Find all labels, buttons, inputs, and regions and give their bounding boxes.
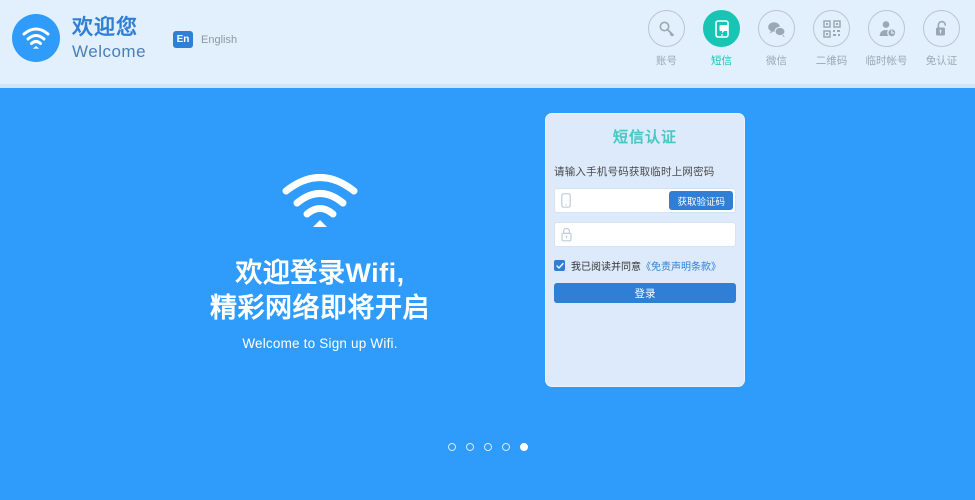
unlock-icon[interactable]	[923, 10, 960, 47]
carousel-dot[interactable]	[501, 443, 510, 451]
nav-label-qrcode: 二维码	[815, 55, 848, 67]
agreement-text: 我已阅读并同意	[571, 262, 641, 273]
language-label[interactable]: English	[201, 34, 237, 46]
language-switcher[interactable]: En English	[173, 31, 237, 48]
hero-subtitle: Welcome to Sign up Wifi.	[242, 336, 398, 352]
wechat-icon[interactable]	[758, 10, 795, 47]
hero-title-line2: 精彩网络即将开启	[210, 292, 430, 323]
login-portal-page: 欢迎您 Welcome En English 账号 短信 微信 二维码 临时帐号…	[0, 0, 975, 500]
page-header: 欢迎您 Welcome En English 账号 短信 微信 二维码 临时帐号…	[0, 0, 975, 84]
agreement-link[interactable]: 《免责声明条款》	[641, 258, 721, 273]
card-title: 短信认证	[612, 129, 677, 146]
mobile-phone-icon	[561, 193, 571, 208]
auth-method-nav: 账号 短信 微信 二维码 临时帐号 免认证	[639, 10, 969, 68]
wifi-logo-icon	[12, 14, 60, 62]
carousel-dot[interactable]	[447, 443, 456, 451]
carousel-dot[interactable]	[483, 443, 492, 451]
nav-label-sms: 短信	[711, 55, 732, 67]
nav-label-temp-account: 临时帐号	[865, 55, 908, 67]
wifi-icon	[22, 27, 50, 49]
card-hint: 请输入手机号码获取临时上网密码	[554, 166, 715, 178]
language-badge[interactable]: En	[173, 31, 193, 48]
brand-title-en: Welcome	[72, 41, 147, 61]
get-code-button[interactable]: 获取验证码	[669, 191, 733, 210]
brand-title-cn: 欢迎您	[72, 15, 138, 39]
nav-label-wechat: 微信	[766, 55, 787, 67]
temp-user-icon[interactable]	[868, 10, 905, 47]
nav-label-account: 账号	[656, 55, 677, 67]
agreement-row[interactable]: 我已阅读并同意 《免责声明条款》	[554, 258, 744, 273]
sms-phone-icon[interactable]	[703, 10, 740, 47]
key-icon[interactable]	[648, 10, 685, 47]
carousel-dot[interactable]	[465, 443, 474, 451]
nav-item-sms[interactable]: 短信	[694, 10, 749, 68]
hero-title-line1: 欢迎登录Wifi,	[235, 258, 405, 288]
nav-label-no-auth: 免认证	[925, 55, 958, 67]
password-input[interactable]	[572, 223, 735, 246]
agreement-checkbox[interactable]	[554, 260, 565, 271]
carousel-pagination	[0, 443, 975, 451]
nav-item-qrcode[interactable]: 二维码	[804, 10, 859, 68]
brand: 欢迎您 Welcome	[12, 14, 146, 62]
hero-section: 欢迎登录Wifi, 精彩网络即将开启 Welcome to Sign up Wi…	[180, 172, 460, 351]
nav-item-wechat[interactable]: 微信	[749, 10, 804, 68]
phone-field-row[interactable]: 获取验证码	[554, 188, 736, 213]
nav-item-temp-account[interactable]: 临时帐号	[859, 10, 914, 68]
hero-title: 欢迎登录Wifi, 精彩网络即将开启	[180, 256, 460, 325]
lock-icon	[561, 227, 572, 242]
qrcode-icon[interactable]	[813, 10, 850, 47]
header-divider	[0, 84, 975, 88]
nav-item-account[interactable]: 账号	[639, 10, 694, 68]
carousel-dot[interactable]	[519, 443, 528, 451]
login-button[interactable]: 登录	[554, 283, 736, 303]
password-field-row[interactable]	[554, 222, 736, 247]
wifi-signal-icon	[180, 172, 460, 234]
nav-item-no-auth[interactable]: 免认证	[914, 10, 969, 68]
check-icon	[555, 262, 564, 269]
login-card: 短信认证 请输入手机号码获取临时上网密码 获取验证码 我已阅读并同意 《免责声明…	[545, 113, 745, 387]
